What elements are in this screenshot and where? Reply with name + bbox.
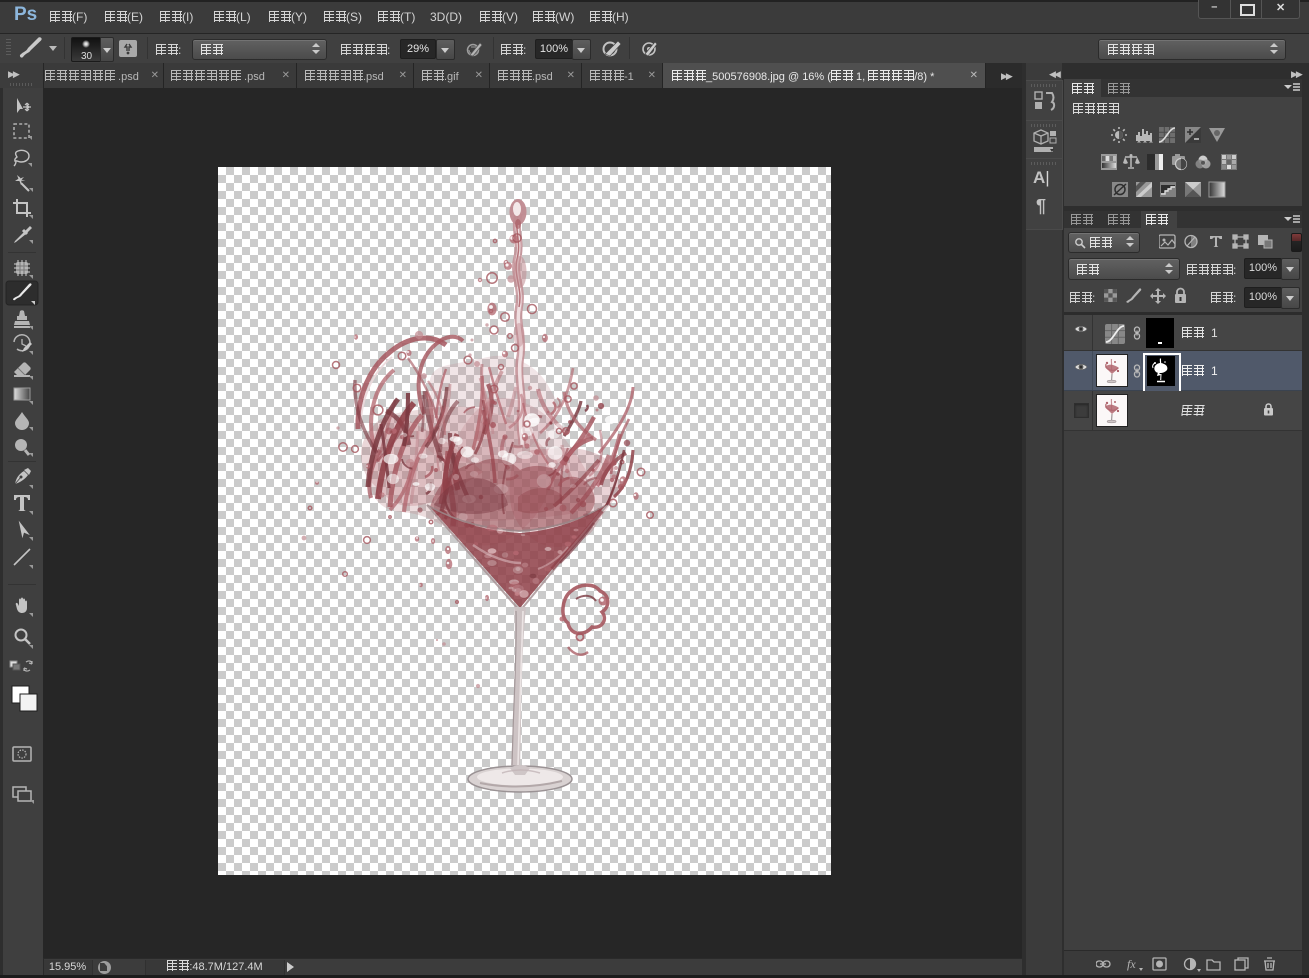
svg-text:fx: fx: [1127, 957, 1136, 971]
